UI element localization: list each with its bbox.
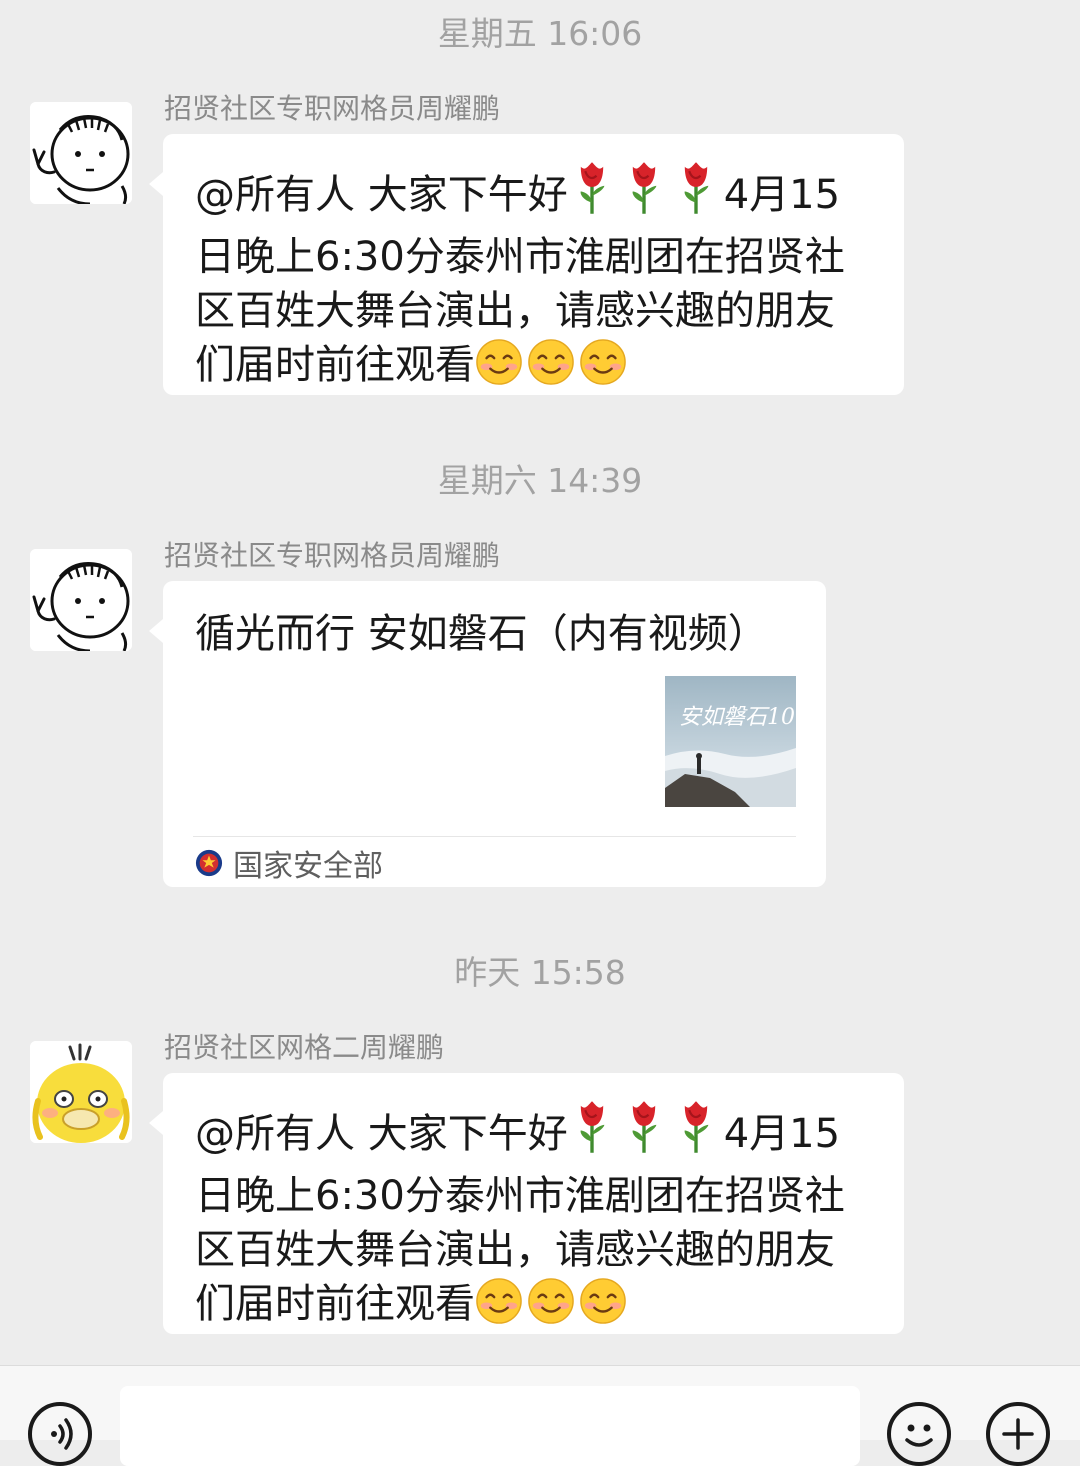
card-thumbnail: 安如磐石10 xyxy=(665,676,796,807)
sender-name: 招贤社区专职网格员周耀鹏 xyxy=(164,92,501,125)
thumbnail-title: 安如磐石10 xyxy=(679,705,795,730)
link-card[interactable]: 循光而行 安如磐石（内有视频） 安如磐石10 国家安全部 xyxy=(149,581,826,887)
message-line1-prefix: @所有人 大家下午好 xyxy=(195,172,568,218)
smile-emoji xyxy=(475,1277,523,1339)
card-source-label: 国家安全部 xyxy=(233,849,383,884)
timestamp: 星期六 14:39 xyxy=(437,461,643,500)
message-bubble[interactable]: @所有人 大家下午好 4月15日晚上6:30分泰州市淮剧团在招贤社区百姓大舞台演出… xyxy=(149,1073,904,1334)
message-bubble[interactable]: @所有人 大家下午好 4月15日晚上6:30分泰州市淮剧团在招贤社区百姓大舞台演出… xyxy=(149,134,904,395)
card-source: 国家安全部 xyxy=(195,845,383,884)
message-line1-suffix: 4月15 xyxy=(723,1111,841,1157)
emoji-icon[interactable] xyxy=(887,1402,951,1466)
smile-emoji xyxy=(579,338,627,400)
sender-name: 招贤社区专职网格员周耀鹏 xyxy=(164,539,501,572)
plus-icon[interactable] xyxy=(986,1402,1050,1466)
card-title: 循光而行 安如磐石（内有视频） xyxy=(195,611,768,657)
timestamp: 星期五 16:06 xyxy=(437,14,643,53)
input-bar xyxy=(0,1365,1080,1466)
message-line1-suffix: 4月15 xyxy=(723,172,841,218)
yellow-duck-avatar[interactable] xyxy=(30,1041,132,1143)
card-divider xyxy=(193,836,796,837)
stick-figure-avatar[interactable] xyxy=(30,549,132,651)
rose-emoji xyxy=(620,1099,668,1169)
rose-emoji xyxy=(672,160,720,230)
chat-area: 星期五 16:06 招贤社区专职网格员周耀鹏 @所有人 大家下午好 4月15日晚上… xyxy=(0,0,1080,1365)
timestamp: 昨天 15:58 xyxy=(454,953,626,992)
rose-emoji xyxy=(568,160,616,230)
smile-emoji xyxy=(579,1277,627,1339)
rose-emoji xyxy=(568,1099,616,1169)
message-input[interactable] xyxy=(120,1386,860,1466)
rose-emoji xyxy=(620,160,668,230)
stick-figure-avatar[interactable] xyxy=(30,102,132,204)
smile-emoji xyxy=(527,1277,575,1339)
voice-icon[interactable] xyxy=(28,1402,92,1466)
rose-emoji xyxy=(672,1099,720,1169)
national-emblem-icon xyxy=(195,849,223,877)
message-line1-prefix: @所有人 大家下午好 xyxy=(195,1111,568,1157)
smile-emoji xyxy=(475,338,523,400)
sender-name: 招贤社区网格二周耀鹏 xyxy=(164,1031,445,1064)
smile-emoji xyxy=(527,338,575,400)
